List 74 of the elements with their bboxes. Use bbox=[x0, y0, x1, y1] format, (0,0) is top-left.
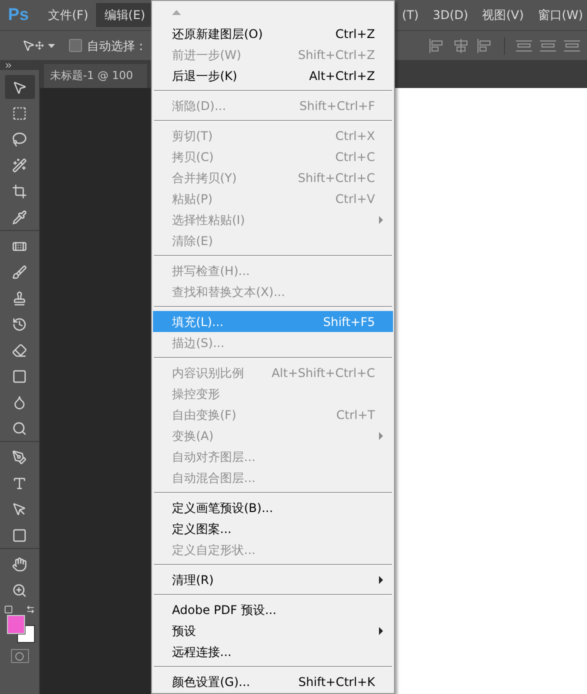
shortcut-text: Ctrl+V bbox=[335, 190, 375, 208]
background-swatch[interactable] bbox=[16, 625, 34, 643]
menu-item[interactable]: 远程连接... bbox=[153, 641, 393, 662]
shortcut-text: Ctrl+Z bbox=[335, 26, 375, 42]
menu-item[interactable]: 预设 bbox=[153, 620, 393, 641]
shortcut-text: Shift+Ctrl+K bbox=[298, 674, 375, 690]
menu-item-label: 后退一步(K) bbox=[172, 68, 238, 84]
circle-icon bbox=[15, 652, 24, 660]
menu-item-label: 粘贴(P) bbox=[172, 190, 213, 208]
default-colors-icon[interactable] bbox=[4, 605, 13, 614]
foreground-swatch[interactable] bbox=[6, 615, 24, 634]
expand-icon[interactable] bbox=[4, 60, 13, 70]
align-icon[interactable] bbox=[452, 38, 470, 54]
app-logo: Ps bbox=[8, 4, 30, 26]
menu-item-label: 描边(S)... bbox=[172, 334, 224, 352]
menu-item-label: 远程连接... bbox=[172, 644, 232, 660]
shortcut-text: Alt+Ctrl+Z bbox=[309, 68, 375, 84]
menu-item-label: 还原新建图层(O) bbox=[172, 26, 263, 42]
shortcut-text: Ctrl+C bbox=[335, 148, 375, 166]
pointer-icon[interactable] bbox=[4, 75, 34, 99]
checkbox[interactable] bbox=[69, 39, 82, 52]
menu-item-label: 自由变换(F) bbox=[172, 406, 236, 424]
menu-item-label: 定义自定形状... bbox=[172, 542, 256, 558]
menu-item-label: 定义图案... bbox=[172, 520, 232, 538]
menu-item-label: 渐隐(D)... bbox=[172, 98, 226, 114]
menu-item-label: 内容识别比例 bbox=[172, 364, 244, 382]
shortcut-text: Shift+Ctrl+Z bbox=[298, 46, 375, 64]
shortcut-text: Shift+F5 bbox=[323, 314, 375, 330]
menu-item[interactable]: 定义图案... bbox=[153, 518, 393, 539]
menu-title[interactable]: 编辑(E) bbox=[96, 3, 154, 27]
menu-item-label: 前进一步(W) bbox=[172, 46, 242, 64]
menu-item[interactable]: 清理(R) bbox=[153, 569, 393, 590]
shortcut-text: Shift+Ctrl+F bbox=[299, 98, 375, 114]
menu-item-label: 颜色设置(G)... bbox=[172, 674, 250, 690]
align-icon[interactable] bbox=[539, 38, 557, 54]
menu-item[interactable]: 定义画笔预设(B)... bbox=[153, 497, 393, 518]
shortcut-text: Ctrl+X bbox=[335, 128, 375, 144]
shortcut-text: Ctrl+T bbox=[336, 406, 375, 424]
menu-item-label: 选择性粘贴(I) bbox=[172, 212, 245, 228]
menu-item-label: 拷贝(C) bbox=[172, 148, 214, 166]
align-icon[interactable] bbox=[515, 38, 533, 54]
menu-title[interactable]: 文件(F) bbox=[40, 3, 96, 27]
menu-title[interactable]: 3D(D) bbox=[430, 3, 470, 27]
swap-icon[interactable] bbox=[26, 605, 35, 614]
menu-item[interactable]: 还原新建图层(O) Ctrl+Z bbox=[153, 23, 393, 44]
menu-item[interactable]: 后退一步(K) Alt+Ctrl+Z bbox=[153, 65, 393, 86]
quick-mask-button[interactable] bbox=[10, 649, 28, 663]
menu-title[interactable]: (T) bbox=[400, 3, 421, 27]
menu-item-label: 自动对齐图层... bbox=[172, 448, 256, 466]
menu-item-label: 变换(A) bbox=[172, 428, 214, 444]
menu-title[interactable]: 视图(V) bbox=[480, 3, 526, 27]
checkbox-label: 自动选择： bbox=[87, 38, 147, 54]
menu-item-label: 清除(E) bbox=[172, 232, 213, 250]
align-icon[interactable] bbox=[563, 38, 581, 54]
menu-item-label: Adobe PDF 预设... bbox=[172, 602, 276, 618]
menu-title[interactable]: 窗口(W) bbox=[536, 3, 585, 27]
menu-item-label: 查找和替换文本(X)... bbox=[172, 284, 286, 300]
menu-item-label: 操控变形 bbox=[172, 386, 220, 402]
menu-item-label: 合并拷贝(Y) bbox=[172, 170, 237, 186]
menu-item-label: 拼写检查(H)... bbox=[172, 262, 250, 280]
menu-item[interactable]: 填充(L)... Shift+F5 bbox=[153, 311, 393, 332]
menu-item[interactable]: Adobe PDF 预设... bbox=[153, 599, 393, 620]
menu-item-label: 定义画笔预设(B)... bbox=[172, 500, 274, 516]
menu-item-label: 剪切(T) bbox=[172, 128, 213, 144]
menu-item[interactable]: 颜色设置(G)... Shift+Ctrl+K bbox=[153, 671, 393, 692]
caret-icon[interactable] bbox=[48, 44, 55, 48]
shortcut-text: Shift+Ctrl+C bbox=[298, 170, 375, 186]
menu-item-label: 填充(L)... bbox=[172, 314, 224, 330]
menu-item-label: 预设 bbox=[172, 622, 196, 640]
menu-item-label: 自动混合图层... bbox=[172, 470, 256, 486]
menu-item-label: 清理(R) bbox=[172, 572, 214, 588]
shortcut-text: Alt+Shift+Ctrl+C bbox=[272, 364, 375, 382]
document-tab[interactable]: 未标题-1 @ 100 bbox=[44, 64, 147, 88]
move-tool-icon[interactable] bbox=[22, 39, 44, 52]
